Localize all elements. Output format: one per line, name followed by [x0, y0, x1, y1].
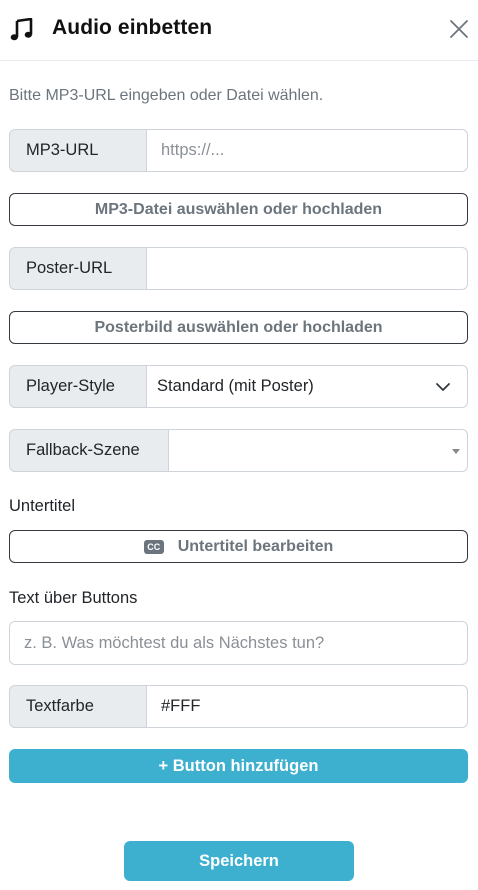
chevron-down-icon — [436, 383, 450, 391]
mp3-file-button[interactable]: MP3-Datei auswählen oder hochladen — [9, 193, 468, 226]
modal-header: Audio einbetten — [0, 0, 478, 61]
instruction-text: Bitte MP3-URL eingeben oder Datei wählen… — [9, 87, 324, 104]
edit-subtitles-label: Untertitel bearbeiten — [177, 537, 334, 555]
text-above-buttons-label: Text über Buttons — [9, 589, 138, 607]
save-button[interactable]: Speichern — [124, 841, 354, 881]
music-note-icon — [10, 18, 33, 41]
modal-title: Audio einbetten — [52, 16, 213, 39]
subtitles-label: Untertitel — [9, 497, 76, 515]
text-above-buttons-placeholder: z. B. Was möchtest du als Nächstes tun? — [24, 633, 325, 652]
player-style-group: Player-Style Standard (mit Poster) — [9, 365, 468, 408]
text-above-buttons-input[interactable]: z. B. Was möchtest du als Nächstes tun? — [9, 621, 468, 665]
mp3-url-placeholder: https://... — [161, 141, 225, 159]
caret-down-icon — [452, 449, 460, 454]
mp3-url-label: MP3-URL — [9, 129, 147, 172]
edit-subtitles-button[interactable]: CC Untertitel bearbeiten — [9, 530, 468, 563]
mp3-url-input[interactable]: https://... — [147, 129, 468, 172]
text-color-input[interactable]: #FFF — [147, 685, 468, 728]
mp3-url-group: MP3-URL https://... — [9, 129, 468, 172]
closed-captions-icon: CC — [143, 539, 164, 554]
fallback-scene-select[interactable] — [169, 429, 468, 472]
poster-file-button[interactable]: Posterbild auswählen oder hochladen — [9, 311, 468, 344]
close-icon[interactable] — [447, 17, 471, 41]
add-button-button[interactable]: + Button hinzufügen — [9, 749, 468, 783]
player-style-value: Standard (mit Poster) — [157, 377, 314, 395]
fallback-scene-group: Fallback-Szene — [9, 429, 468, 472]
poster-url-input[interactable] — [147, 247, 468, 290]
fallback-scene-label: Fallback-Szene — [9, 429, 169, 472]
player-style-label: Player-Style — [9, 365, 147, 408]
text-color-label: Textfarbe — [9, 685, 147, 728]
poster-url-label: Poster-URL — [9, 247, 147, 290]
poster-url-group: Poster-URL — [9, 247, 468, 290]
text-color-group: Textfarbe #FFF — [9, 685, 468, 728]
player-style-select[interactable]: Standard (mit Poster) — [147, 365, 468, 408]
